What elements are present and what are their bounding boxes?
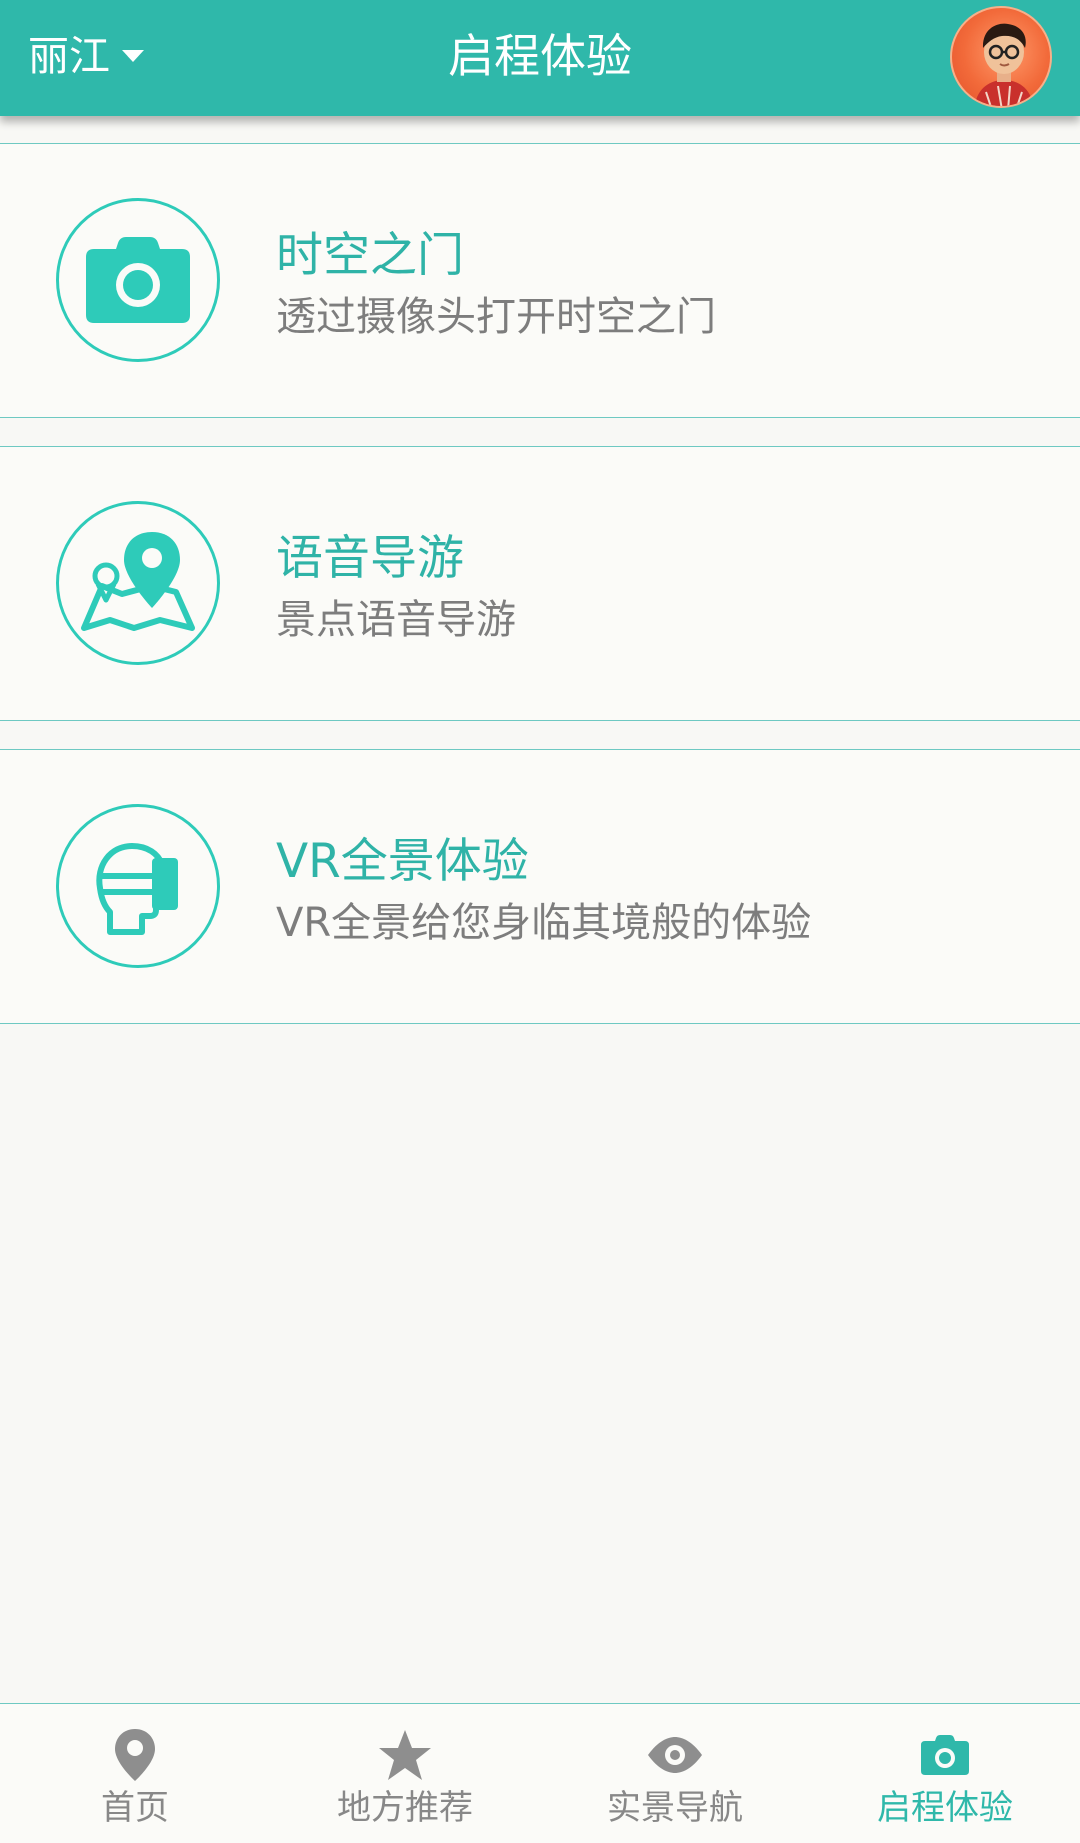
- eye-icon: [646, 1726, 704, 1784]
- card-vr-panorama[interactable]: VR全景体验 VR全景给您身临其境般的体验: [0, 749, 1080, 1024]
- user-avatar[interactable]: [950, 6, 1052, 108]
- bottom-nav: 首页 地方推荐 实景导航 启程体验: [0, 1703, 1080, 1843]
- map-pin-icon: [81, 532, 195, 631]
- location-pin-icon: [113, 1726, 157, 1784]
- nav-item-local-recommend[interactable]: 地方推荐: [270, 1704, 540, 1843]
- nav-label: 启程体验: [877, 1788, 1013, 1828]
- card-time-portal[interactable]: 时空之门 透过摄像头打开时空之门: [0, 143, 1080, 418]
- nav-label: 实景导航: [607, 1788, 743, 1828]
- star-icon: [377, 1726, 433, 1784]
- page-title: 启程体验: [448, 29, 632, 83]
- nav-item-start-experience[interactable]: 启程体验: [810, 1704, 1080, 1843]
- card-title: VR全景体验: [276, 834, 529, 889]
- camera-icon: [86, 237, 190, 323]
- nav-label: 地方推荐: [337, 1788, 473, 1828]
- card-audio-guide[interactable]: 语音导游 景点语音导游: [0, 446, 1080, 721]
- app-screen: 丽江 启程体验 时空之门 透过摄像头打开时空之门 语音导游 景点语音导游 VR全…: [0, 0, 1080, 1843]
- vr-headset-icon: [96, 843, 178, 935]
- top-bar: 丽江 启程体验: [0, 0, 1080, 116]
- avatar-portrait-icon: [974, 23, 1034, 106]
- nav-item-home[interactable]: 首页: [0, 1704, 270, 1843]
- card-icon-ring: [56, 198, 220, 362]
- camera-icon: [920, 1726, 970, 1784]
- card-description: 透过摄像头打开时空之门: [276, 294, 716, 340]
- card-description: VR全景给您身临其境般的体验: [276, 900, 812, 946]
- card-title: 语音导游: [276, 531, 464, 586]
- card-description: 景点语音导游: [276, 597, 516, 643]
- nav-item-live-navigation[interactable]: 实景导航: [540, 1704, 810, 1843]
- card-icon-ring: [56, 501, 220, 665]
- nav-label: 首页: [101, 1788, 169, 1828]
- card-icon-ring: [56, 804, 220, 968]
- card-title: 时空之门: [276, 228, 464, 283]
